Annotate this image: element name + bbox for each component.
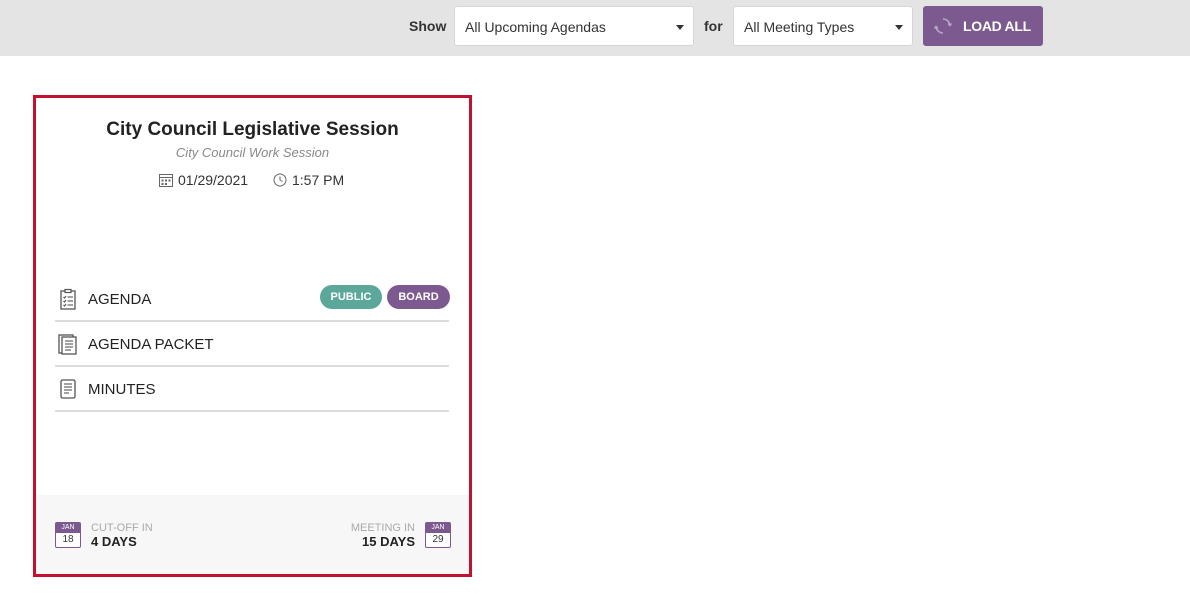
for-label: for [704, 18, 723, 34]
card-footer: JAN 18 CUT-OFF IN 4 DAYS MEETING IN 15 D… [36, 495, 469, 574]
load-all-label: LOAD ALL [963, 18, 1031, 34]
document-label: MINUTES [88, 381, 156, 398]
agenda-filter-value: All Upcoming Agendas [465, 19, 606, 35]
meeting-day: 29 [432, 534, 444, 545]
public-badge[interactable]: PUBLIC [320, 285, 382, 309]
refresh-icon [934, 18, 952, 34]
meeting-card[interactable]: City Council Legislative Session City Co… [33, 95, 472, 577]
cutoff-caption: CUT-OFF IN [91, 522, 153, 534]
board-badge[interactable]: BOARD [387, 285, 450, 309]
document-row-agenda[interactable]: AGENDA PUBLIC BOARD [55, 277, 450, 322]
meeting-title[interactable]: City Council Legislative Session [36, 119, 469, 141]
meeting-type-value: All Meeting Types [744, 19, 855, 35]
load-all-button[interactable]: LOAD ALL [923, 6, 1043, 46]
calendar-icon [159, 174, 173, 187]
agenda-filter-select[interactable]: All Upcoming Agendas [454, 6, 694, 46]
clock-icon [273, 173, 287, 187]
cutoff-day: 18 [62, 534, 74, 545]
caret-down-icon [676, 25, 684, 30]
document-label: AGENDA [88, 291, 152, 308]
document-row-agenda-packet[interactable]: AGENDA PACKET [55, 322, 449, 367]
filter-toolbar: Show All Upcoming Agendas for All Meetin… [0, 0, 1190, 56]
show-label: Show [409, 18, 447, 34]
meeting-type-select[interactable]: All Meeting Types [733, 6, 913, 46]
meeting-month: JAN [426, 523, 450, 533]
meeting-in-caption: MEETING IN [350, 522, 415, 534]
meeting-date-text: 01/29/2021 [178, 172, 249, 188]
meeting-date: 01/29/2021 [159, 171, 248, 189]
caret-down-icon [895, 25, 903, 30]
cutoff-month: JAN [56, 523, 80, 533]
cutoff-value: 4 DAYS [91, 534, 137, 549]
cutoff-calendar-icon: JAN 18 [55, 522, 81, 548]
meeting-subtitle: City Council Work Session [175, 145, 330, 160]
document-stack-icon [58, 334, 77, 355]
meeting-time-text: 1:57 PM [292, 172, 345, 188]
document-label: AGENDA PACKET [88, 336, 214, 353]
meeting-time: 1:57 PM [273, 171, 344, 189]
meeting-in-value: 15 DAYS [362, 534, 415, 549]
document-row-minutes[interactable]: MINUTES [55, 367, 449, 412]
clipboard-checklist-icon [60, 288, 76, 310]
meeting-calendar-icon: JAN 29 [425, 522, 451, 548]
document-lines-icon [60, 379, 76, 399]
